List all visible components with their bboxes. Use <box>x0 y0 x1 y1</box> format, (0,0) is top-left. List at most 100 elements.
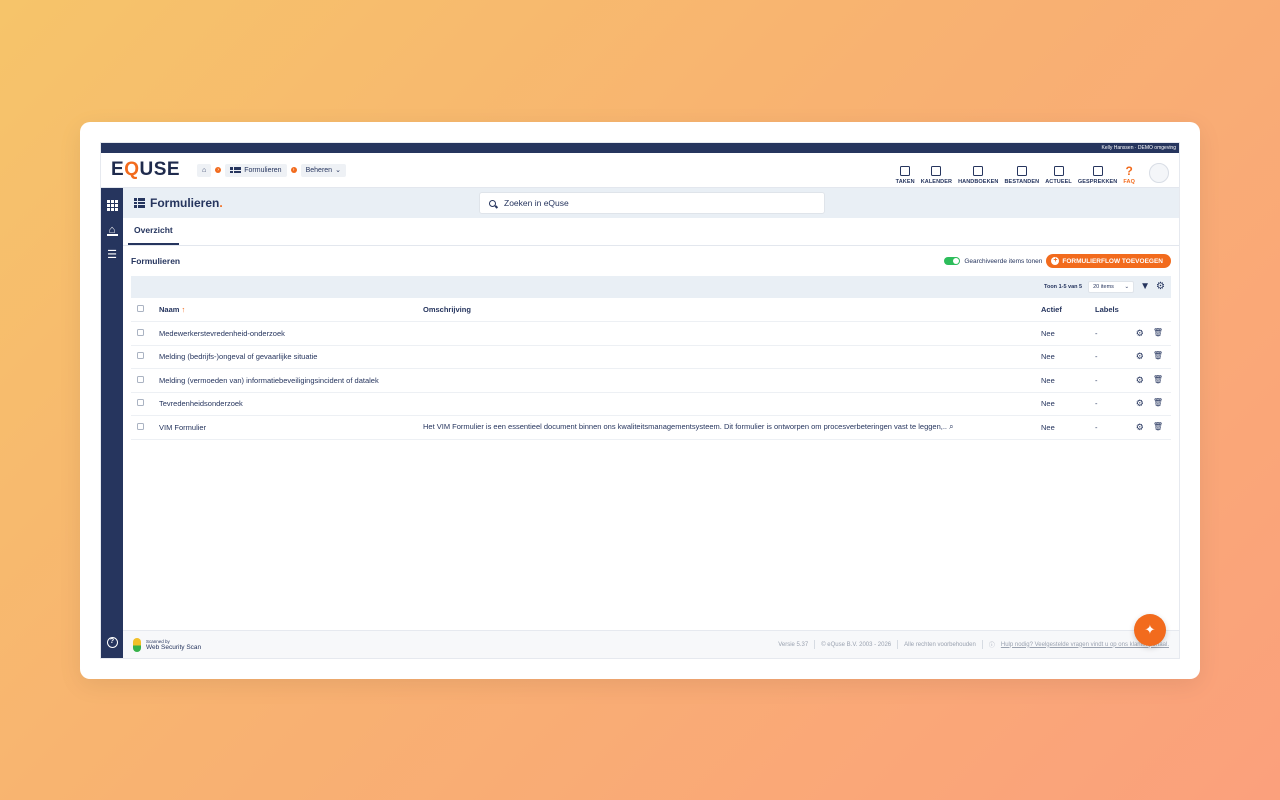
row-checkbox[interactable] <box>137 399 144 407</box>
form-description <box>423 345 1041 369</box>
chevron-right-icon: › <box>215 167 222 173</box>
form-labels: - <box>1095 345 1135 369</box>
footer: Scanned by Web Security Scan Versie 5.37… <box>123 630 1179 658</box>
trash-icon[interactable]: 🗑 <box>1153 328 1163 339</box>
help-icon[interactable]: ? <box>106 637 118 648</box>
pager-text: Toon 1-5 van 5 <box>1044 284 1083 290</box>
gear-icon[interactable]: ⚙ <box>1136 351 1144 362</box>
equse-logo[interactable]: EQUSE <box>111 159 197 181</box>
add-formflow-button[interactable]: + FORMULIERFLOW TOEVOEGEN <box>1046 254 1171 268</box>
ai-assistant-button[interactable]: ✦ <box>1134 614 1166 646</box>
select-all-checkbox[interactable] <box>137 305 144 312</box>
form-description <box>423 368 1041 393</box>
apps-grid-icon[interactable] <box>106 200 118 211</box>
section-title: Formulieren <box>131 256 181 266</box>
column-header-omschrijving[interactable]: Omschrijving <box>423 298 1041 322</box>
table-row[interactable]: Medewerkerstevredenheid-onderzoek Nee - … <box>131 321 1171 346</box>
footer-info: Versie 5.37 © eQuse B.V. 2003 - 2026 All… <box>778 640 1169 649</box>
column-header-labels[interactable]: Labels <box>1095 298 1135 322</box>
form-active: Nee <box>1041 321 1095 346</box>
magnify-icon[interactable]: ⌕ <box>949 422 953 431</box>
form-active: Nee <box>1041 345 1095 369</box>
main-content: Formulieren. Zoeken in eQuse Overzicht F… <box>123 188 1179 658</box>
search-icon <box>489 199 496 207</box>
form-description <box>423 392 1041 416</box>
form-description: Het VIM Formulier is een essentieel docu… <box>423 415 1041 440</box>
search-input[interactable]: Zoeken in eQuse <box>479 192 825 214</box>
gear-icon[interactable]: ⚙ <box>1136 375 1144 386</box>
question-icon: ? <box>1125 164 1133 178</box>
trash-icon[interactable]: 🗑 <box>1153 398 1163 409</box>
nav-gesprekken[interactable]: GESPREKKEN <box>1078 166 1118 185</box>
list-icon <box>134 198 145 208</box>
breadcrumb-beheren-dropdown[interactable]: Beheren ⌄ <box>300 163 346 177</box>
form-active: Nee <box>1041 415 1095 440</box>
form-active: Nee <box>1041 368 1095 393</box>
form-name[interactable]: Melding (vermoeden van) informatiebeveil… <box>159 368 423 393</box>
news-icon <box>1053 166 1064 176</box>
nav-handboeken[interactable]: HANDBOEKEN <box>958 166 998 185</box>
web-security-scan-badge[interactable]: Scanned by Web Security Scan <box>133 637 201 652</box>
page-title: Formulieren. <box>134 196 223 210</box>
home-icon[interactable]: ⌂ <box>106 225 118 236</box>
breadcrumb-formulieren[interactable]: Formulieren <box>225 163 287 177</box>
column-header-naam[interactable]: Naam ↑ <box>159 298 423 322</box>
nav-taken[interactable]: TAKEN <box>896 166 915 185</box>
table-row[interactable]: VIM Formulier Het VIM Formulier is een e… <box>131 415 1171 440</box>
page-header: Formulieren. Zoeken in eQuse <box>123 188 1179 218</box>
breadcrumb: ⌂ › Formulieren › Beheren ⌄ <box>197 163 346 177</box>
row-checkbox[interactable] <box>137 352 144 360</box>
page-size-select[interactable]: 20 items ⌄ <box>1088 281 1135 293</box>
header: EQUSE ⌂ › Formulieren › Beheren ⌄ TAKEN … <box>101 153 1179 188</box>
gear-icon[interactable]: ⚙ <box>1156 282 1165 292</box>
tab-overzicht[interactable]: Overzicht <box>128 225 179 245</box>
app-window: Kelly Hanssen · DEMO omgeving EQUSE ⌂ › … <box>100 142 1180 659</box>
archived-toggle[interactable] <box>944 257 961 265</box>
chat-icon <box>1092 166 1103 176</box>
form-labels: - <box>1095 415 1135 440</box>
trash-icon[interactable]: 🗑 <box>1153 422 1163 433</box>
row-checkbox[interactable] <box>137 422 144 430</box>
avatar[interactable] <box>1149 163 1169 183</box>
help-icon: ⓘ <box>988 643 995 649</box>
clipboard-icon <box>900 166 911 176</box>
table-row[interactable]: Melding (bedrijfs-)ongeval of gevaarlijk… <box>131 345 1171 369</box>
forms-table: Naam ↑ Omschrijving Actief Labels Medewe… <box>131 298 1171 440</box>
copyright-text: © eQuse B.V. 2003 - 2026 <box>821 641 892 648</box>
rights-text: Alle rechten voorbehouden <box>904 641 976 648</box>
trash-icon[interactable]: 🗑 <box>1153 351 1163 362</box>
breadcrumb-home[interactable]: ⌂ <box>197 163 212 177</box>
nav-faq[interactable]: ? FAQ <box>1123 164 1135 185</box>
gear-icon[interactable]: ⚙ <box>1136 328 1144 339</box>
row-checkbox[interactable] <box>137 328 144 336</box>
list-icon[interactable]: ☰ <box>107 250 118 261</box>
chevron-right-icon: › <box>290 167 297 173</box>
table-row[interactable]: Melding (vermoeden van) informatiebeveil… <box>131 368 1171 393</box>
archive-icon <box>1016 166 1027 176</box>
nav-kalender[interactable]: KALENDER <box>921 166 952 185</box>
user-strip: Kelly Hanssen · DEMO omgeving <box>101 143 1179 153</box>
trash-icon[interactable]: 🗑 <box>1153 375 1163 386</box>
nav-actueel[interactable]: ACTUEEL <box>1045 166 1072 185</box>
archived-toggle-group: Gearchiveerde items tonen <box>944 257 1042 265</box>
table-row[interactable]: Tevredenheidsonderzoek Nee - ⚙ 🗑 <box>131 392 1171 416</box>
form-active: Nee <box>1041 392 1095 416</box>
security-badge-icon <box>133 637 141 652</box>
table-header-row: Naam ↑ Omschrijving Actief Labels <box>131 298 1171 322</box>
chevron-down-icon: ⌄ <box>1124 284 1130 290</box>
gear-icon[interactable]: ⚙ <box>1136 422 1144 433</box>
chevron-down-icon: ⌄ <box>335 167 341 174</box>
nav-bestanden[interactable]: BESTANDEN <box>1004 166 1039 185</box>
form-name[interactable]: Tevredenheidsonderzoek <box>159 392 423 416</box>
gear-icon[interactable]: ⚙ <box>1136 398 1144 409</box>
left-sidebar: ⌂ ☰ ? <box>101 188 123 658</box>
form-name[interactable]: Melding (bedrijfs-)ongeval of gevaarlijk… <box>159 345 423 369</box>
version-text: Versie 5.37 <box>778 641 809 648</box>
section-header: Formulieren Gearchiveerde items tonen + … <box>123 246 1179 276</box>
form-name[interactable]: VIM Formulier <box>159 415 423 440</box>
filter-icon[interactable]: ▼ <box>1140 282 1150 292</box>
row-checkbox[interactable] <box>137 375 144 383</box>
form-name[interactable]: Medewerkerstevredenheid-onderzoek <box>159 321 423 346</box>
column-header-actief[interactable]: Actief <box>1041 298 1095 322</box>
table-toolbar: Toon 1-5 van 5 20 items ⌄ ▼ ⚙ <box>131 276 1171 298</box>
